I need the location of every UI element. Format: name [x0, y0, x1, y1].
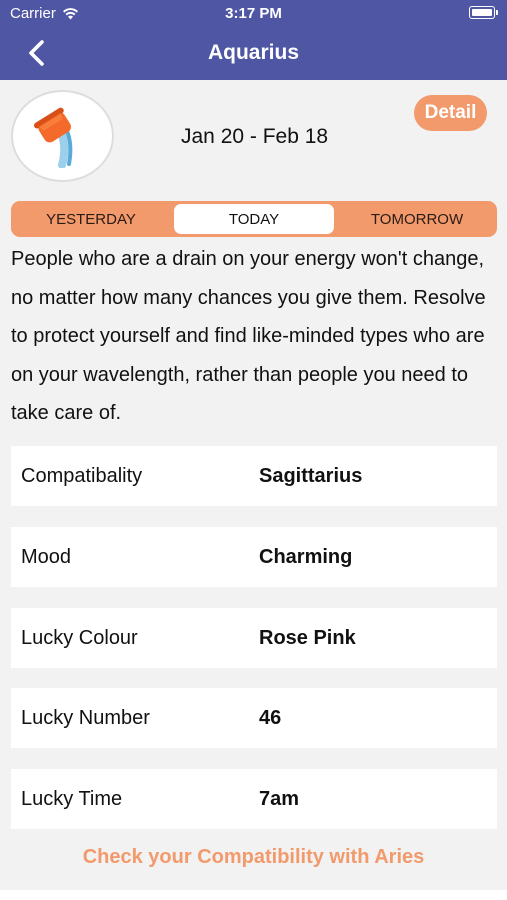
sign-header: Jan 20 - Feb 18 Detail [0, 80, 507, 192]
detail-row-mood: Mood Charming [11, 527, 497, 587]
detail-row-lucky-colour: Lucky Colour Rose Pink [11, 608, 497, 668]
detail-row-lucky-number: Lucky Number 46 [11, 688, 497, 748]
aquarius-water-jug-icon [33, 107, 72, 168]
detail-value: 46 [259, 706, 282, 729]
detail-label: Lucky Number [21, 706, 150, 729]
date-range: Jan 20 - Feb 18 [181, 125, 329, 148]
detail-button[interactable]: Detail [414, 95, 487, 131]
page-title: Aquarius [207, 41, 299, 64]
detail-label: Compatibality [21, 464, 143, 487]
detail-label: Lucky Colour [21, 626, 138, 649]
detail-row-lucky-time: Lucky Time 7am [11, 769, 497, 829]
battery-icon [469, 6, 498, 19]
detail-value: 7am [259, 787, 300, 810]
horoscope-text: People who are a drain on your energy wo… [11, 248, 486, 424]
tab-tomorrow[interactable]: TOMORROW [337, 204, 497, 234]
bottom-bar [0, 890, 507, 900]
status-bar: Carrier 3:17 PM [0, 0, 507, 28]
clock: 3:17 PM [225, 5, 282, 22]
sign-avatar [11, 90, 114, 182]
detail-value: Charming [259, 545, 353, 568]
detail-value: Rose Pink [259, 626, 356, 649]
detail-row-compatibility: Compatibality Sagittarius [11, 446, 497, 506]
detail-value: Sagittarius [259, 464, 363, 487]
tab-yesterday[interactable]: YESTERDAY [11, 204, 171, 234]
check-compatibility-link[interactable]: Check your Compatibility with Aries [0, 846, 507, 869]
detail-label: Lucky Time [21, 787, 123, 810]
tab-today[interactable]: TODAY [174, 204, 334, 234]
navigation-bar: Aquarius [0, 28, 507, 80]
detail-label: Mood [21, 545, 72, 568]
day-selector: YESTERDAY TODAY TOMORROW [11, 201, 497, 237]
